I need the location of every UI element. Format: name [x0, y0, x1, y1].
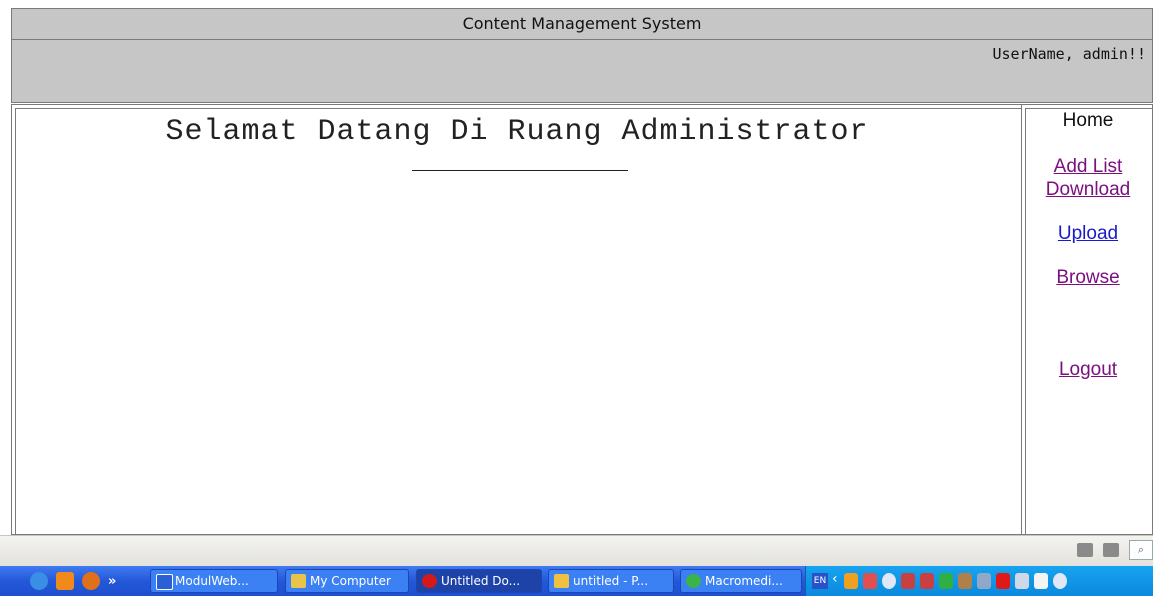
add-list-download-link[interactable]: Add List Download	[1038, 155, 1138, 201]
dreamweaver-icon	[686, 574, 701, 588]
page-icon[interactable]	[1077, 543, 1093, 557]
taskbar-label: ModulWeb...	[175, 574, 249, 588]
disc-icon[interactable]	[882, 573, 896, 589]
sidebar-nav: Home Add List Download Upload Browse Log…	[1021, 104, 1153, 535]
battery-icon[interactable]	[1034, 573, 1048, 589]
chevron-left-icon[interactable]: ‹	[832, 571, 838, 587]
taskbar-label: untitled - P...	[573, 574, 649, 588]
camera-icon[interactable]	[1103, 543, 1119, 557]
paint-icon	[554, 574, 569, 588]
windows-taskbar: » ModulWeb... My Computer Untitled Do...…	[0, 566, 1153, 596]
opera-icon	[422, 574, 437, 588]
people-icon[interactable]	[977, 573, 991, 589]
sidebar-item-add-list-download[interactable]: Add List Download	[1022, 155, 1153, 201]
browser-status-bar: ⌕	[0, 535, 1153, 566]
sidebar-item-upload[interactable]: Upload	[1022, 223, 1153, 245]
welcome-heading: Selamat Datang Di Ruang Administrator	[165, 115, 869, 149]
folder-icon	[291, 574, 306, 588]
taskbar-label: My Computer	[310, 574, 391, 588]
main-content-inner	[15, 108, 1021, 534]
browse-link[interactable]: Browse	[1056, 267, 1119, 288]
clock-icon[interactable]	[56, 572, 74, 590]
sidebar-item-logout[interactable]: Logout	[1022, 359, 1153, 381]
word-icon	[156, 574, 173, 590]
shield-icon[interactable]	[844, 573, 858, 589]
monitor-icon[interactable]	[901, 573, 915, 589]
internet-explorer-icon[interactable]	[30, 572, 48, 590]
quick-launch: »	[30, 572, 116, 590]
cms-page: Content Management System UserName, admi…	[7, 5, 1153, 535]
system-tray: EN ‹	[805, 566, 1153, 596]
user-header: UserName, admin!!	[11, 40, 1153, 103]
logout-link[interactable]: Logout	[1059, 359, 1117, 380]
search-icon[interactable]: ⌕	[1129, 540, 1153, 560]
language-indicator[interactable]: EN	[812, 573, 828, 589]
taskbar-button-macromedia[interactable]: Macromedi...	[680, 569, 802, 593]
heading-underline	[412, 170, 628, 171]
status-icons: ⌕	[1077, 540, 1153, 560]
upload-link[interactable]: Upload	[1058, 223, 1118, 244]
taskbar-label: Untitled Do...	[441, 574, 521, 588]
sidebar-item-home[interactable]: Home	[1022, 110, 1153, 132]
sidebar-item-browse[interactable]: Browse	[1022, 267, 1153, 289]
monitor-icon[interactable]	[920, 573, 934, 589]
taskbar-label: Macromedi...	[705, 574, 783, 588]
page-title: Content Management System	[11, 8, 1153, 40]
taskbar-button-untitled-document[interactable]: Untitled Do...	[416, 569, 542, 593]
main-content: Selamat Datang Di Ruang Administrator	[11, 104, 1021, 535]
taskbar-button-my-computer[interactable]: My Computer	[285, 569, 409, 593]
antivirus-icon[interactable]	[996, 573, 1010, 589]
chevron-right-icon[interactable]: »	[108, 574, 116, 589]
firefox-icon[interactable]	[82, 572, 100, 590]
taskbar-button-untitled-paint[interactable]: untitled - P...	[548, 569, 674, 593]
display-icon[interactable]	[939, 573, 953, 589]
username-label: UserName, admin!!	[992, 45, 1146, 63]
info-icon[interactable]	[1053, 573, 1067, 589]
tray-icons	[844, 573, 1067, 589]
person-icon[interactable]	[958, 573, 972, 589]
chat-icon[interactable]	[1015, 573, 1029, 589]
network-icon[interactable]	[863, 573, 877, 589]
taskbar-button-modulweb[interactable]: ModulWeb...	[150, 569, 278, 593]
